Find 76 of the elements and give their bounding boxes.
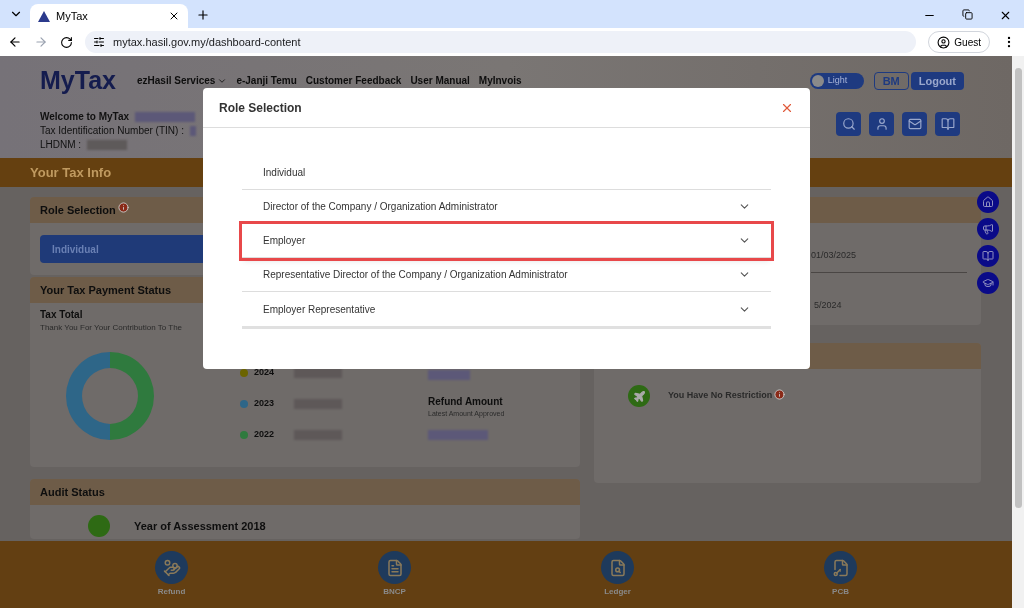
- restore-icon[interactable]: [962, 9, 973, 20]
- forward-icon[interactable]: [34, 35, 48, 49]
- bottom-nav-label[interactable]: Refund: [157, 586, 186, 598]
- nav-link[interactable]: ezHasil Services: [137, 73, 228, 89]
- refund-title: Refund Amount: [428, 395, 504, 409]
- nav-link[interactable]: Customer Feedback: [305, 73, 402, 89]
- back-icon[interactable]: [8, 35, 22, 49]
- bottom-nav-label[interactable]: BNCP: [383, 586, 406, 598]
- redacted-block: [87, 139, 128, 150]
- book-icon: [982, 250, 994, 262]
- url-text: mytax.hasil.gov.my/dashboard-content: [113, 34, 301, 50]
- search-button[interactable]: [836, 111, 861, 136]
- theme-toggle[interactable]: Light: [809, 72, 864, 89]
- card-title: Role Selection: [40, 202, 116, 218]
- user-icon: [937, 35, 951, 49]
- book-icon: [940, 116, 955, 131]
- announcement-button[interactable]: [977, 218, 999, 240]
- graduation-cap-icon: [982, 277, 994, 289]
- card-title: Your Tax Payment Status: [40, 282, 172, 298]
- logo[interactable]: MyTax: [40, 62, 137, 100]
- redacted-block: [294, 368, 343, 378]
- info-icon: [774, 388, 786, 400]
- close-icon[interactable]: [999, 9, 1012, 22]
- airplane-icon: [628, 385, 650, 407]
- new-tab-icon[interactable]: [196, 8, 210, 22]
- close-icon[interactable]: [168, 10, 180, 22]
- info-icon: [117, 201, 129, 213]
- user-icon: [874, 116, 889, 131]
- tin-label: Tax Identification Number (TIN) :: [40, 123, 184, 138]
- role-option[interactable]: Representative Director of the Company / Organization Administrator: [242, 258, 771, 292]
- date-text: 01/03/2025: [811, 249, 858, 262]
- assessment-year: Year of Assessment 2018: [134, 518, 266, 534]
- nav-link[interactable]: User Manual: [410, 73, 470, 89]
- role-option[interactable]: Director of the Company / Organization Administrator: [242, 190, 771, 224]
- card-title: Audit Status: [40, 484, 105, 500]
- manual-button[interactable]: [977, 245, 999, 267]
- redacted-block: [428, 370, 471, 380]
- reload-icon[interactable]: [60, 35, 73, 49]
- role-option[interactable]: Individual: [242, 156, 771, 190]
- logout-button[interactable]: Logout: [910, 71, 964, 90]
- home-button[interactable]: [977, 191, 999, 213]
- section-title: Your Tax Info: [30, 163, 112, 182]
- legend-year: 2023: [254, 397, 275, 411]
- lhdnm-label: LHDNM :: [40, 137, 82, 152]
- bottom-nav-label[interactable]: PCB: [832, 586, 849, 598]
- role-option[interactable]: Employer Representative: [242, 292, 771, 326]
- book-button[interactable]: [935, 111, 960, 136]
- tax-total-label: Tax Total: [40, 308, 83, 322]
- restriction-text: You Have No Restriction: [668, 389, 773, 403]
- megaphone-icon: [982, 223, 994, 235]
- legend-year: 2022: [254, 428, 275, 442]
- mail-button[interactable]: [902, 111, 927, 136]
- profile-icon-button[interactable]: [869, 111, 894, 136]
- document-search-icon[interactable]: [601, 551, 634, 584]
- site-info-icon[interactable]: [93, 36, 105, 48]
- redacted-block: [135, 111, 196, 122]
- search-icon: [841, 116, 856, 131]
- welcome-text: Welcome to MyTax: [40, 109, 130, 124]
- address-bar[interactable]: mytax.hasil.gov.my/dashboard-content: [85, 31, 917, 53]
- redacted-block: [189, 125, 196, 136]
- mail-icon: [907, 116, 922, 131]
- browser-tab[interactable]: MyTax: [30, 4, 188, 28]
- document-icon[interactable]: [378, 551, 411, 584]
- nav-link[interactable]: e-Janji Temu: [236, 73, 297, 89]
- date-text: 5/2024: [814, 298, 843, 312]
- document-key-icon[interactable]: [824, 551, 857, 584]
- triangle-logo-icon: [38, 10, 50, 22]
- home-icon: [982, 196, 994, 208]
- legend-year: 2024: [254, 366, 275, 380]
- nav-link[interactable]: MyInvois: [478, 73, 522, 89]
- role-option[interactable]: Employer: [242, 224, 771, 258]
- dialog-title: Role Selection: [219, 99, 303, 117]
- hand-coins-icon[interactable]: [155, 551, 188, 584]
- learning-button[interactable]: [977, 272, 999, 294]
- tab-title: MyTax: [56, 8, 89, 24]
- bottom-nav-label[interactable]: Ledger: [604, 586, 631, 598]
